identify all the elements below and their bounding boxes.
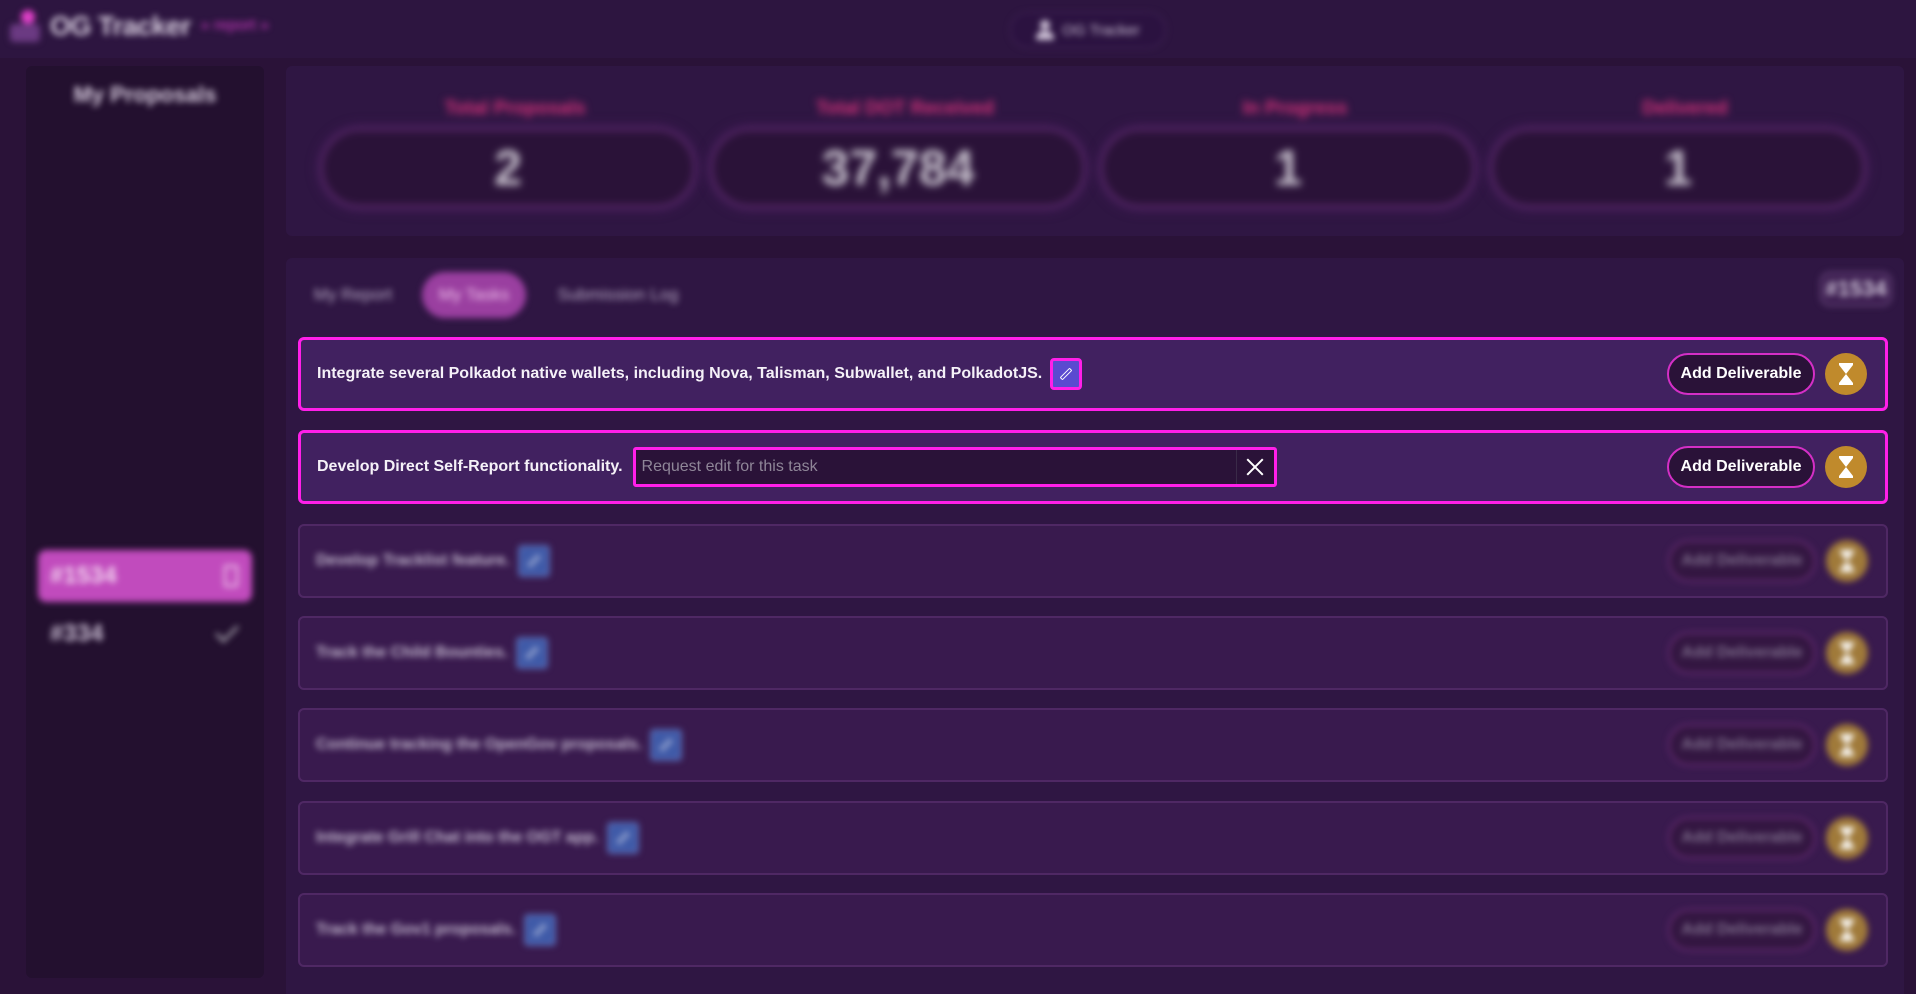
task-content: Integrate Grill Chat into the OGT app. xyxy=(316,822,639,854)
close-icon xyxy=(1246,458,1264,476)
task-text: Integrate Grill Chat into the OGT app. xyxy=(316,829,599,846)
hourglass-icon xyxy=(1840,734,1854,756)
add-deliverable-button[interactable]: Add Deliverable xyxy=(1668,817,1816,859)
task-row: Develop Tracklist feature. Add Deliverab… xyxy=(298,524,1888,598)
logo-icon xyxy=(8,8,42,44)
user-menu-button[interactable]: OG Tracker xyxy=(1010,12,1166,48)
stat-label: Delivered xyxy=(1642,98,1728,119)
stat-label: Total Proposals xyxy=(444,98,586,119)
task-row: Continue tracking the OpenGov proposals.… xyxy=(298,708,1888,782)
proposal-id-label: #1534 xyxy=(50,562,117,589)
tab-submission-log[interactable]: Submission Log xyxy=(548,272,688,318)
task-row: Develop Direct Self-Report functionality… xyxy=(298,430,1888,504)
stat-label: Total DOT Received xyxy=(815,98,995,119)
task-content: Track the Gov1 proposals. xyxy=(316,914,557,946)
pencil-icon xyxy=(1059,367,1073,381)
add-deliverable-button[interactable]: Add Deliverable xyxy=(1668,909,1816,951)
task-text: Track the Child Bounties. xyxy=(316,644,509,661)
hourglass-icon xyxy=(1839,456,1853,478)
brand[interactable]: OG Tracker » report » xyxy=(8,8,269,44)
task-row: Track the Child Bounties. Add Deliverabl… xyxy=(298,616,1888,690)
task-text: Develop Tracklist feature. xyxy=(316,552,510,569)
stat-total-dot: Total DOT Received 37,784 xyxy=(710,66,1100,236)
hourglass-icon xyxy=(1840,919,1854,941)
edit-task-button[interactable] xyxy=(516,637,549,669)
sidebar-title: My Proposals xyxy=(73,82,217,107)
status-pending-button[interactable] xyxy=(1825,353,1867,395)
stat-value: 1 xyxy=(1100,128,1476,208)
pencil-icon xyxy=(616,831,630,845)
user-label: OG Tracker xyxy=(1062,21,1140,39)
edit-task-button[interactable] xyxy=(524,914,557,946)
task-text: Integrate several Polkadot native wallet… xyxy=(317,365,1043,382)
hourglass-icon xyxy=(1840,827,1854,849)
stats-panel: Total Proposals 2 Total DOT Received 37,… xyxy=(286,66,1904,236)
sidebar-item-proposal-1534[interactable]: #1534 xyxy=(38,550,252,602)
pencil-icon xyxy=(525,646,539,660)
edit-task-button[interactable] xyxy=(1050,358,1083,390)
add-deliverable-button[interactable]: Add Deliverable xyxy=(1668,540,1816,582)
hourglass-icon xyxy=(1840,550,1854,572)
task-row: Integrate Grill Chat into the OGT app. A… xyxy=(298,801,1888,875)
top-bar: OG Tracker » report » OG Tracker xyxy=(0,0,1916,58)
task-row: Integrate several Polkadot native wallet… xyxy=(298,337,1888,411)
add-deliverable-button[interactable]: Add Deliverable xyxy=(1667,353,1815,395)
task-row: Track the Gov1 proposals. Add Deliverabl… xyxy=(298,893,1888,967)
task-content: Develop Tracklist feature. xyxy=(316,545,550,577)
proposal-id-badge: #1534 xyxy=(1820,272,1892,306)
request-edit-field xyxy=(632,447,1277,487)
user-icon xyxy=(1036,20,1055,40)
check-icon xyxy=(214,618,240,644)
task-content: Continue tracking the OpenGov proposals. xyxy=(316,729,683,761)
add-deliverable-button[interactable]: Add Deliverable xyxy=(1667,446,1815,488)
close-request-button[interactable] xyxy=(1235,450,1274,484)
add-deliverable-button[interactable]: Add Deliverable xyxy=(1668,632,1816,674)
tab-my-report[interactable]: My Report xyxy=(306,272,400,318)
status-pending-button[interactable] xyxy=(1826,909,1868,951)
sidebar-item-proposal-334[interactable]: #334 xyxy=(38,608,252,660)
pencil-icon xyxy=(533,923,547,937)
edit-task-button[interactable] xyxy=(650,729,683,761)
request-edit-input[interactable] xyxy=(635,450,1236,484)
hourglass-icon xyxy=(1840,642,1854,664)
app-title: OG Tracker xyxy=(50,10,191,41)
add-deliverable-button[interactable]: Add Deliverable xyxy=(1668,724,1816,766)
stat-total-proposals: Total Proposals 2 xyxy=(320,66,710,236)
app-subtitle: » report » xyxy=(200,17,270,34)
tasks-panel: My Report My Tasks Submission Log #1534 … xyxy=(286,258,1904,994)
pencil-icon xyxy=(659,738,673,752)
status-pending-button[interactable] xyxy=(1826,540,1868,582)
trash-icon[interactable] xyxy=(224,565,238,587)
sidebar: My Proposals #1534 #334 xyxy=(26,66,264,978)
status-pending-button[interactable] xyxy=(1826,817,1868,859)
stat-delivered: Delivered 1 xyxy=(1490,66,1880,236)
stat-value: 1 xyxy=(1490,128,1866,208)
stat-value: 2 xyxy=(320,128,696,208)
stat-label: In Progress xyxy=(1242,98,1348,119)
task-text: Track the Gov1 proposals. xyxy=(316,921,517,938)
stat-in-progress: In Progress 1 xyxy=(1100,66,1490,236)
status-pending-button[interactable] xyxy=(1825,446,1867,488)
proposal-id-label: #334 xyxy=(50,620,104,647)
edit-task-button[interactable] xyxy=(606,822,639,854)
status-pending-button[interactable] xyxy=(1826,632,1868,674)
pencil-icon xyxy=(527,554,541,568)
hourglass-icon xyxy=(1839,363,1853,385)
task-text: Continue tracking the OpenGov proposals. xyxy=(316,736,643,753)
edit-task-button[interactable] xyxy=(517,545,550,577)
task-text: Develop Direct Self-Report functionality… xyxy=(317,458,623,475)
task-content: Track the Child Bounties. xyxy=(316,637,549,669)
stat-value: 37,784 xyxy=(710,128,1086,208)
status-pending-button[interactable] xyxy=(1826,724,1868,766)
tab-my-tasks[interactable]: My Tasks xyxy=(422,272,526,318)
